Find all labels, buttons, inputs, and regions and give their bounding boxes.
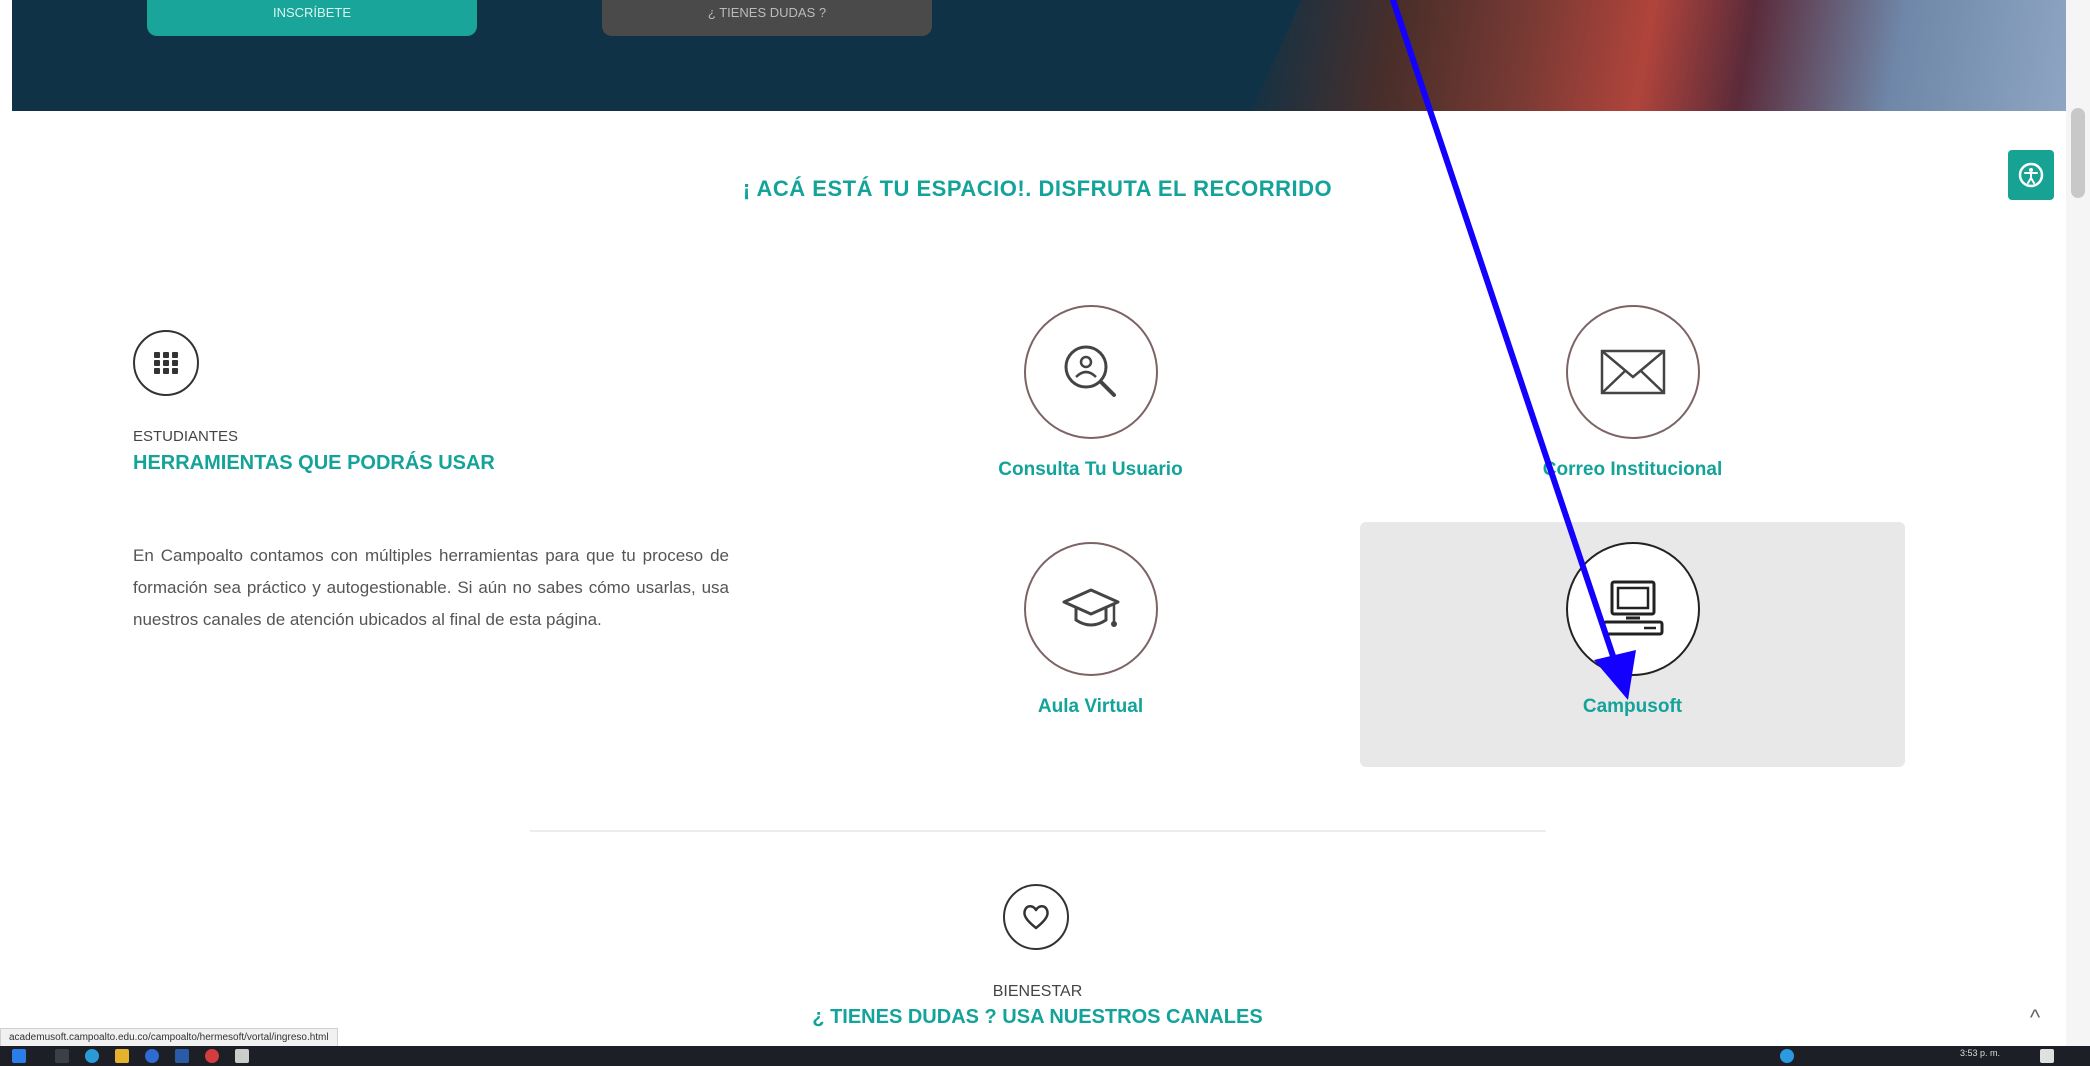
taskbar: 3:53 p. m.: [0, 1046, 2090, 1066]
tray-app-icon[interactable]: [1780, 1049, 1794, 1063]
heart-icon: [1003, 884, 1069, 950]
accessibility-icon: [2018, 162, 2044, 188]
envelope-icon: [1565, 305, 1700, 439]
scrollbar[interactable]: [2066, 0, 2090, 1046]
chrome-icon[interactable]: [145, 1049, 159, 1063]
tool-card-campusoft[interactable]: Campusoft: [1360, 522, 1905, 767]
scroll-to-top-button[interactable]: ^: [2020, 1003, 2050, 1033]
apps-grid-icon: [133, 330, 199, 396]
search-icon[interactable]: [55, 1049, 69, 1063]
tool-label: Campusoft: [1582, 696, 1683, 717]
tool-card-correo-institucional[interactable]: Correo Institucional: [1360, 285, 1905, 530]
graduation-cap-icon: [1023, 542, 1158, 676]
tool-label: Correo Institucional: [1542, 459, 1723, 480]
hero-banner: INSCRÍBETE ¿ TIENES DUDAS ?: [12, 0, 2072, 111]
app-icon[interactable]: [205, 1049, 219, 1063]
browser-icon[interactable]: [85, 1049, 99, 1063]
channels-title: ¿ TIENES DUDAS ? USA NUESTROS CANALES: [812, 1006, 1263, 1028]
computer-icon: [1565, 542, 1700, 676]
notifications-icon[interactable]: [2040, 1049, 2054, 1063]
folder-icon[interactable]: [115, 1049, 129, 1063]
user-search-icon: [1023, 305, 1158, 439]
accessibility-button[interactable]: [2008, 150, 2054, 200]
hero-photo: [1252, 0, 2072, 111]
tool-label: Aula Virtual: [1037, 696, 1144, 717]
status-bar-url: academusoft.campoalto.edu.co/campoalto/h…: [0, 1028, 338, 1047]
document-icon[interactable]: [235, 1049, 249, 1063]
chevron-up-icon: ^: [2029, 1005, 2041, 1030]
tool-label: Consulta Tu Usuario: [998, 459, 1183, 480]
tool-card-consulta-usuario[interactable]: Consulta Tu Usuario: [818, 285, 1363, 530]
tool-card-aula-virtual[interactable]: Aula Virtual: [818, 522, 1363, 767]
scrollbar-thumb[interactable]: [2071, 108, 2085, 198]
section-divider: [530, 830, 1546, 832]
windows-start-icon[interactable]: [12, 1049, 26, 1063]
word-icon[interactable]: [175, 1049, 189, 1063]
tools-description: En Campoalto contamos con múltiples herr…: [133, 546, 729, 629]
bienestar-label: BIENESTAR: [992, 983, 1083, 1000]
section-heading: ¡ ACÁ ESTÁ TU ESPACIO!. DISFRUTA EL RECO…: [742, 176, 1333, 201]
tools-title: HERRAMIENTAS QUE PODRÁS USAR: [133, 452, 495, 474]
enroll-button[interactable]: INSCRÍBETE: [147, 0, 477, 36]
tray-clock: 3:53 p. m.: [1960, 1048, 2001, 1058]
students-label: ESTUDIANTES: [133, 428, 239, 445]
questions-button[interactable]: ¿ TIENES DUDAS ?: [602, 0, 932, 36]
